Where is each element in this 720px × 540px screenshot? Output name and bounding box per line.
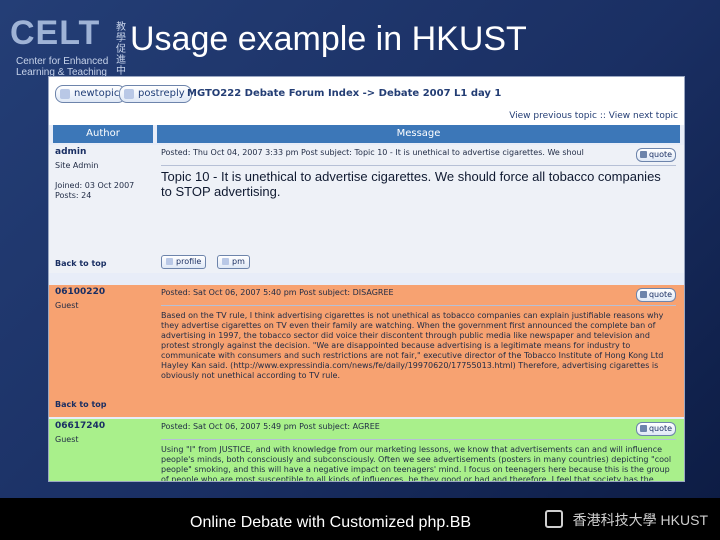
post-meta-line: Posted: Thu Oct 04, 2007 3:33 pm Post su… [161,148,584,157]
celt-logo: CELT 教學促進中心 Center for Enhanced Learning… [10,12,130,88]
post-author-cell: admin Site Admin Joined: 03 Oct 2007 Pos… [53,145,153,273]
quote-icon [639,151,647,158]
footer-caption: Online Debate with Customized php.BB [190,514,472,531]
topic-pager: View previous topic :: View next topic [509,111,678,121]
post-row: 06617240 Guest Posted: Sat Oct 06, 2007 … [49,419,684,481]
slide-title: Usage example in HKUST [130,20,527,58]
post-author-cell: 06617240 Guest [53,419,153,481]
quote-label: quote [648,150,673,159]
post-meta-line: Posted: Sat Oct 06, 2007 5:49 pm Post su… [161,422,380,431]
author-column-header: Author [53,125,153,143]
post-headline: Topic 10 - It is unethical to advertise … [161,169,661,199]
pager-separator: :: [599,111,606,121]
celt-logo-text: CELT [10,14,101,52]
post-message-cell: Posted: Thu Oct 04, 2007 3:33 pm Post su… [157,145,680,273]
post-body: Based on the TV rule, I think advertisin… [161,311,664,380]
posts-table: Author Message admin Site Admin Joined: … [49,125,684,481]
profile-icon [166,258,173,265]
author-meta: Site Admin Joined: 03 Oct 2007 Posts: 24 [55,161,135,200]
forum-topbar: newtopic postreply MGTO222 Debate Forum … [49,77,684,121]
quote-button[interactable]: quote [636,422,676,436]
view-next-topic-link[interactable]: View next topic [609,111,678,121]
new-topic-label: newtopic [74,88,120,99]
celt-logo-subtitle-line1: Center for Enhanced [16,56,109,67]
post-message-cell: Posted: Sat Oct 06, 2007 5:49 pm Post su… [157,419,680,481]
quote-label: quote [648,290,673,299]
author-name[interactable]: 06617240 [55,421,105,431]
post-divider [161,439,676,440]
hkust-logo-cjk: 香港科技大學 [572,512,657,528]
post-divider [161,165,676,166]
hkust-logo: 香港科技大學 HKUST [544,510,708,528]
post-meta-line: Posted: Sat Oct 06, 2007 5:40 pm Post su… [161,288,394,297]
post-reply-icon [124,89,134,99]
quote-icon [639,425,647,432]
new-topic-button[interactable]: newtopic [55,85,127,103]
quote-label: quote [648,424,673,433]
post-body: Using "I" from JUSTICE, and with knowled… [161,445,672,482]
author-meta: Guest [55,301,79,310]
post-message-cell: Posted: Sat Oct 06, 2007 5:40 pm Post su… [157,285,680,417]
message-column-header: Message [157,125,680,143]
post-divider [161,305,676,306]
quote-button[interactable]: quote [636,148,676,162]
hkust-emblem-icon [544,510,563,528]
profile-label: profile [176,257,202,266]
post-row: 06100220 Guest Back to top Posted: Sat O… [49,285,684,417]
celt-logo-subtitle: Center for Enhanced Learning & Teaching [16,56,108,78]
pm-button[interactable]: pm [217,255,250,269]
profile-button[interactable]: profile [161,255,207,269]
author-name[interactable]: admin [55,147,86,157]
slide-footer: Online Debate with Customized php.BB 香港科… [0,498,720,540]
post-author-cell: 06100220 Guest Back to top [53,285,153,417]
breadcrumb[interactable]: MGTO222 Debate Forum Index -> Debate 200… [187,88,501,99]
view-previous-topic-link[interactable]: View previous topic [509,111,597,121]
quote-icon [639,291,647,298]
back-to-top-link[interactable]: Back to top [55,259,107,268]
post-row: admin Site Admin Joined: 03 Oct 2007 Pos… [49,145,684,273]
back-to-top-link[interactable]: Back to top [55,400,107,409]
forum-screenshot: newtopic postreply MGTO222 Debate Forum … [48,76,685,482]
new-topic-icon [60,89,70,99]
pm-label: pm [232,257,245,266]
hkust-logo-en: HKUST [660,512,708,528]
post-reply-label: postreply [138,88,185,99]
pm-icon [222,258,229,265]
post-reply-button[interactable]: postreply [119,85,192,103]
quote-button[interactable]: quote [636,288,676,302]
author-meta: Guest [55,435,79,444]
author-name[interactable]: 06100220 [55,287,105,297]
